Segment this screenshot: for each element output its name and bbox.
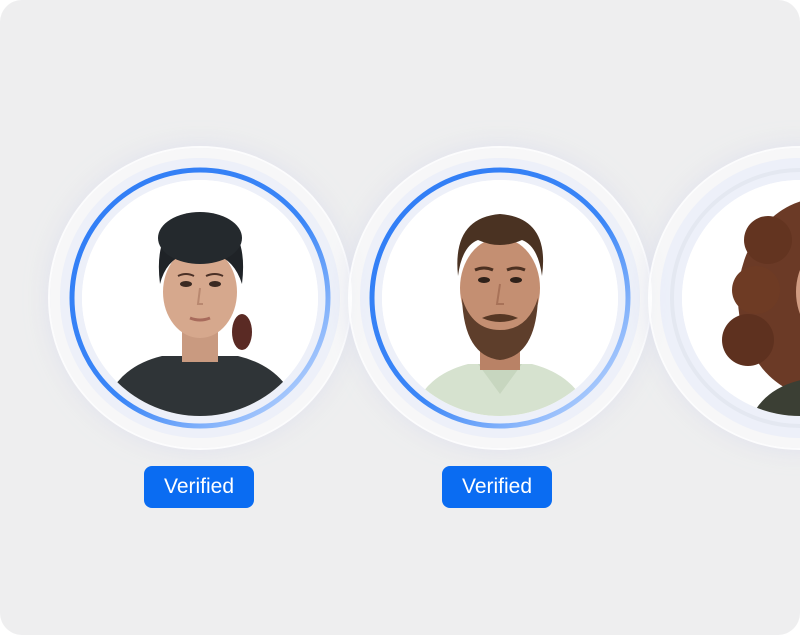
verification-card: Verified Verified xyxy=(0,0,800,635)
verification-ring-icon xyxy=(69,167,331,429)
verification-ring-icon xyxy=(369,167,631,429)
verified-badge-1: Verified xyxy=(144,466,254,508)
profile-1 xyxy=(50,148,350,448)
profile-2 xyxy=(350,148,650,448)
verified-badge-2: Verified xyxy=(442,466,552,508)
verification-ring-icon xyxy=(670,168,800,428)
profile-3 xyxy=(650,148,800,448)
